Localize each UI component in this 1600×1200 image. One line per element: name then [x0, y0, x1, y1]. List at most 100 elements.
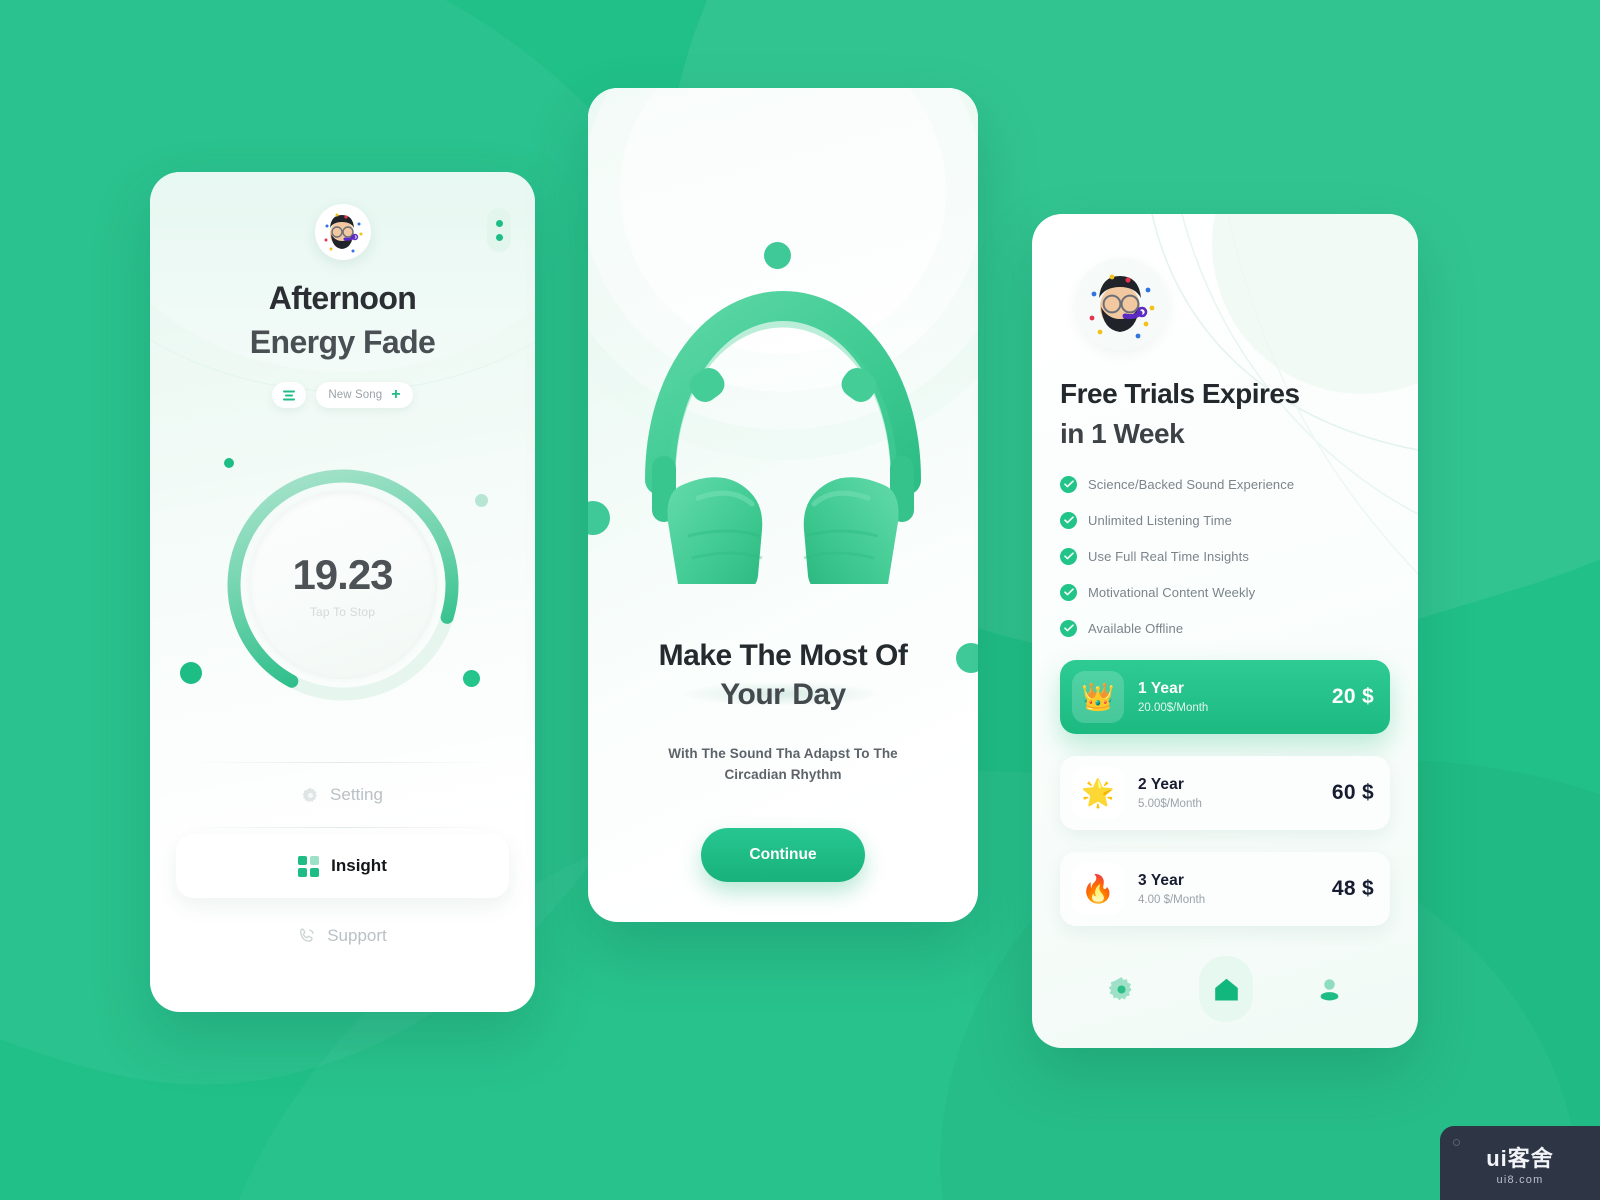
continue-button[interactable]: Continue	[701, 828, 865, 882]
memoji-avatar	[1076, 258, 1168, 350]
showcase-canvas: Afternoon Energy Fade New Song + 19.23 T…	[0, 0, 1600, 1200]
gear-icon	[1108, 976, 1132, 1000]
headphones-illustration	[645, 290, 921, 599]
list-item: Unlimited Listening Time	[1060, 502, 1398, 538]
check-circle-icon	[1060, 547, 1077, 565]
title-line-1: Afternoon	[268, 280, 417, 316]
subtitle-line-1: With The Sound Tha Adapst To The	[668, 746, 898, 761]
home-icon	[1214, 978, 1238, 1001]
plan-details: 3 Year 4.00 $/Month	[1138, 872, 1332, 906]
decor-dot	[224, 458, 234, 468]
plan-name: 3 Year	[1138, 872, 1185, 889]
plan-price: 48 $	[1331, 877, 1374, 900]
list-item: Science/Backed Sound Experience	[1060, 466, 1398, 502]
list-item: Motivational Content Weekly	[1060, 574, 1398, 610]
timer-face[interactable]: 19.23 Tap To Stop	[248, 491, 437, 679]
feature-label: Science/Backed Sound Experience	[1088, 476, 1295, 492]
new-song-button[interactable]: New Song +	[316, 382, 413, 408]
plan-rate: 4.00 $/Month	[1138, 894, 1206, 906]
player-actions: New Song +	[150, 382, 535, 408]
page-title: Free Trials Expires in 1 Week	[1060, 374, 1398, 454]
glowing-star-emoji: 🌟	[1072, 767, 1124, 819]
divider	[188, 827, 497, 828]
memoji-avatar	[314, 204, 371, 260]
plan-price: 20 $	[1331, 685, 1374, 708]
playlist-icon	[283, 390, 296, 400]
phone-screen-onboarding: Make The Most Of Your Day With The Sound…	[588, 88, 978, 922]
menu-item-setting[interactable]: Setting	[150, 763, 535, 827]
new-song-label: New Song	[328, 389, 383, 401]
feature-label: Motivational Content Weekly	[1088, 584, 1256, 600]
phone-screen-subscription: Free Trials Expires in 1 Week Science/Ba…	[1032, 214, 1418, 1048]
avatar[interactable]	[314, 204, 371, 260]
gear-icon	[302, 787, 317, 802]
decor-dot	[180, 662, 202, 684]
avatar[interactable]	[1076, 258, 1168, 350]
grid-cell	[298, 867, 308, 877]
plan-rate: 20.00$/Month	[1138, 702, 1209, 714]
grid-icon	[298, 855, 320, 877]
timer-ring[interactable]: 19.23 Tap To Stop	[218, 460, 468, 710]
kebab-dot	[495, 233, 503, 241]
list-item: Available Offline	[1060, 610, 1398, 646]
watermark-dot-icon	[1453, 1139, 1460, 1146]
plan-details: 1 Year 20.00$/Month	[1138, 680, 1332, 714]
grid-cell	[310, 867, 320, 877]
headline-line-1: Make The Most Of	[658, 639, 908, 672]
tab-profile[interactable]	[1317, 977, 1342, 1002]
person-icon	[1320, 978, 1339, 1001]
more-vertical-icon[interactable]	[487, 208, 511, 252]
menu-label: Setting	[330, 785, 383, 804]
menu-item-insight[interactable]: Insight	[176, 834, 509, 898]
playlist-button[interactable]	[272, 382, 307, 408]
crown-emoji: 👑	[1072, 671, 1124, 723]
decor-dot	[475, 494, 488, 507]
watermark-main: ui客舍	[1486, 1145, 1554, 1171]
feature-label: Use Full Real Time Insights	[1088, 548, 1249, 564]
onboarding-headline: Make The Most Of Your Day	[614, 636, 952, 714]
plan-rate: 5.00$/Month	[1138, 798, 1202, 810]
bottom-navigation	[1032, 952, 1418, 1026]
kebab-dot	[495, 219, 503, 227]
grid-cell	[298, 855, 308, 865]
feature-label: Available Offline	[1088, 620, 1184, 636]
fire-emoji: 🔥	[1072, 863, 1124, 915]
decor-dot	[588, 501, 610, 535]
list-item: Use Full Real Time Insights	[1060, 538, 1398, 574]
plan-name: 2 Year	[1138, 776, 1185, 793]
tab-settings[interactable]	[1108, 976, 1135, 1003]
check-circle-icon	[1060, 619, 1077, 637]
plan-list: 👑 1 Year 20.00$/Month 20 $ 🌟 2 Year 5.00…	[1060, 660, 1390, 948]
product-image	[638, 284, 928, 599]
menu-item-support[interactable]: Support	[150, 904, 535, 968]
phone-screen-player: Afternoon Energy Fade New Song + 19.23 T…	[150, 172, 535, 1012]
watermark-sub: ui8.com	[1496, 1173, 1544, 1186]
check-circle-icon	[1060, 511, 1077, 529]
subtitle-line-2: Circadian Rhythm	[724, 766, 842, 782]
decor-dot	[764, 242, 791, 269]
title-line-2: in 1 Week	[1060, 417, 1185, 449]
tab-home[interactable]	[1199, 956, 1253, 1022]
timer-hint: Tap To Stop	[309, 605, 376, 619]
player-menu: Setting Insight Support	[150, 762, 535, 968]
check-circle-icon	[1060, 475, 1077, 493]
feature-label: Unlimited Listening Time	[1088, 512, 1233, 528]
plan-option-1-year[interactable]: 👑 1 Year 20.00$/Month 20 $	[1060, 660, 1390, 734]
plus-icon[interactable]: +	[391, 387, 400, 403]
plan-name: 1 Year	[1138, 680, 1185, 697]
feature-list: Science/Backed Sound Experience Unlimite…	[1060, 466, 1398, 646]
menu-label: Insight	[331, 856, 387, 875]
timer-value: 19.23	[292, 551, 393, 598]
plan-price: 60 $	[1331, 781, 1374, 804]
plan-details: 2 Year 5.00$/Month	[1138, 776, 1332, 810]
decor-dot	[463, 670, 480, 687]
plan-option-3-year[interactable]: 🔥 3 Year 4.00 $/Month 48 $	[1060, 852, 1390, 926]
headline-line-2: Your Day	[720, 678, 846, 711]
onboarding-subtitle: With The Sound Tha Adapst To The Circadi…	[634, 744, 932, 786]
plan-option-2-year[interactable]: 🌟 2 Year 5.00$/Month 60 $	[1060, 756, 1390, 830]
title-line-2: Energy Fade	[249, 324, 436, 361]
watermark-badge: ui客舍 ui8.com	[1440, 1126, 1600, 1200]
title-line-1: Free Trials Expires	[1060, 378, 1300, 409]
check-circle-icon	[1060, 583, 1077, 601]
phone-call-icon	[300, 928, 314, 942]
